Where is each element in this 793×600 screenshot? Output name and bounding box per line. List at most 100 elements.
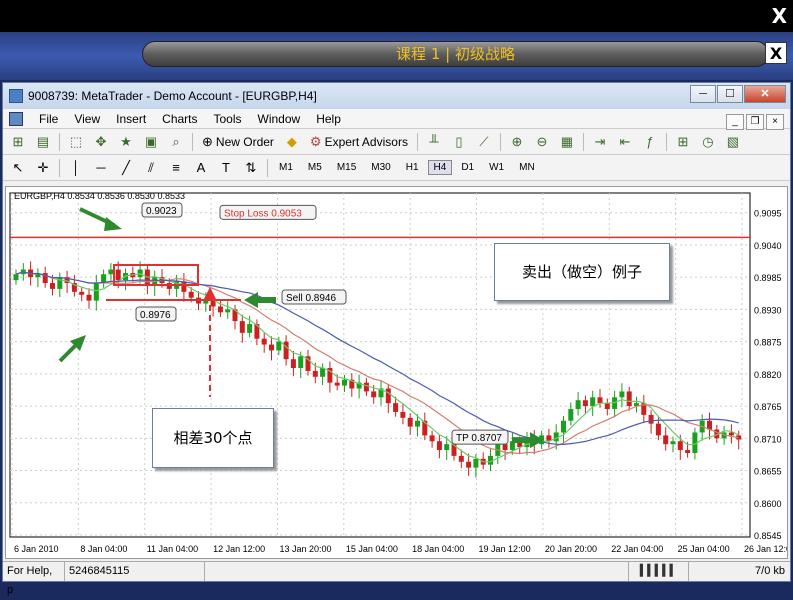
metatrader-window: 9008739: MetaTrader - Demo Account - [EU… (2, 82, 793, 596)
menu-tools[interactable]: Tools (206, 112, 250, 126)
tf-m30[interactable]: M30 (365, 160, 396, 175)
candle-body (79, 291, 85, 295)
tf-mn[interactable]: MN (513, 160, 541, 175)
top-close-button[interactable]: X (772, 4, 787, 28)
tf-h4[interactable]: H4 (427, 160, 453, 175)
candle-body (247, 324, 253, 333)
x-tick-label: 19 Jan 12:00 (479, 544, 531, 554)
candle-body (217, 306, 223, 313)
status-kb: 7/0 kb (755, 565, 785, 577)
x-tick-label: 18 Jan 04:00 (412, 544, 464, 554)
minimize-button[interactable]: ─ (690, 85, 716, 103)
connection-bars-icon: ▍▍▍▍▍ (629, 562, 689, 581)
navigator-icon[interactable]: ✥ (90, 132, 112, 152)
menu-help[interactable]: Help (308, 112, 349, 126)
y-tick-label: 0.9040 (754, 241, 782, 251)
candle-body (400, 411, 406, 418)
document-icon (9, 111, 23, 126)
candle-body (502, 444, 508, 451)
zoom-out-icon[interactable]: ⊖ (531, 132, 553, 152)
candle-body (728, 432, 734, 436)
tf-m5[interactable]: M5 (302, 160, 328, 175)
candle-body (626, 391, 632, 407)
alert-icon[interactable]: ◆ (281, 132, 303, 152)
x-tick-label: 13 Jan 20:00 (279, 544, 331, 554)
candle-body (225, 309, 231, 313)
mdi-minimize-button[interactable]: _ (726, 114, 744, 130)
menu-insert[interactable]: Insert (108, 112, 154, 126)
y-tick-label: 0.9095 (754, 209, 782, 219)
crosshair-icon[interactable]: ✛ (32, 158, 54, 178)
candle-body (385, 388, 391, 404)
x-tick-label: 26 Jan 12:00 (744, 544, 787, 554)
candle-body (261, 338, 267, 345)
candle-body (363, 382, 369, 392)
menu-file[interactable]: File (31, 112, 66, 126)
candle-body (269, 344, 274, 351)
mdi-close-button[interactable]: × (766, 114, 784, 130)
candle-body (393, 403, 399, 412)
symbol-header: EURGBP,H4 0.8534 0.8536 0.8530 0.8533 (14, 191, 185, 201)
sell-example-note: 卖出（做空）例子 (494, 243, 670, 301)
favorites-icon[interactable]: ★ (115, 132, 137, 152)
strategy-tester-icon[interactable]: ⌕ (165, 132, 187, 152)
expert-advisors-button[interactable]: ⚙ Expert Advisors (306, 134, 412, 150)
window-close-button[interactable]: ✕ (744, 85, 786, 103)
bar-chart-icon[interactable]: ╨ (423, 132, 445, 152)
indicators-icon[interactable]: ƒ (639, 132, 661, 152)
arrows-icon[interactable]: ⇅ (240, 158, 262, 178)
tf-h1[interactable]: H1 (400, 160, 425, 175)
lesson-title: 课程 1 | 初级战略 (142, 41, 769, 67)
line-chart-icon[interactable]: ⟋ (473, 132, 495, 152)
terminal-icon[interactable]: ▣ (140, 132, 162, 152)
candle-body (342, 379, 347, 386)
text-label-icon[interactable]: T (215, 158, 237, 178)
candle-body (108, 269, 114, 275)
candle-body (13, 274, 19, 281)
candle-body (436, 441, 442, 451)
candle-body (685, 450, 691, 453)
maximize-button[interactable]: ☐ (717, 85, 743, 103)
candle-body (597, 397, 603, 404)
menu-charts[interactable]: Charts (154, 112, 205, 126)
profiles-icon[interactable]: ▤ (32, 132, 54, 152)
trendline-icon[interactable]: ╱ (115, 158, 137, 178)
menu-view[interactable]: View (66, 112, 108, 126)
new-order-button[interactable]: ⊕ New Order (198, 134, 278, 150)
channel-icon[interactable]: ⫽ (140, 158, 162, 178)
vertical-line-icon[interactable]: │ (65, 158, 87, 178)
candle-body (655, 423, 661, 436)
x-tick-label: 20 Jan 20:00 (545, 544, 597, 554)
tf-d1[interactable]: D1 (455, 160, 480, 175)
menu-window[interactable]: Window (250, 112, 309, 126)
y-tick-label: 0.8765 (754, 402, 782, 412)
window-title: 9008739: MetaTrader - Demo Account - [EU… (28, 89, 317, 103)
x-tick-label: 8 Jan 04:00 (80, 544, 127, 554)
auto-scroll-icon[interactable]: ⇥ (589, 132, 611, 152)
periods-clock-icon[interactable]: ◷ (697, 132, 719, 152)
candle-body (276, 341, 282, 351)
candlestick-icon[interactable]: ▯ (448, 132, 470, 152)
add-indicator-icon[interactable]: ⊞ (672, 132, 694, 152)
candle-body (473, 458, 479, 468)
candle-body (298, 356, 304, 368)
tf-m1[interactable]: M1 (273, 160, 299, 175)
tf-w1[interactable]: W1 (483, 160, 510, 175)
templates-icon[interactable]: ▧ (722, 132, 744, 152)
market-watch-icon[interactable]: ⬚ (65, 132, 87, 152)
tile-windows-icon[interactable]: ▦ (556, 132, 578, 152)
chart-shift-icon[interactable]: ⇤ (614, 132, 636, 152)
new-chart-icon[interactable]: ⊞ (7, 132, 29, 152)
fibonacci-icon[interactable]: ≡ (165, 158, 187, 178)
price-chart[interactable]: 0.9095 0.9040 0.8985 0.8930 0.8875 0.8820 0.87… (5, 186, 793, 559)
text-icon[interactable]: A (190, 158, 212, 178)
zoom-in-icon[interactable]: ⊕ (506, 132, 528, 152)
candle-body (371, 391, 377, 398)
banner-close-button[interactable]: X (765, 42, 787, 64)
candle-body (188, 291, 194, 298)
tf-m15[interactable]: M15 (331, 160, 362, 175)
cursor-icon[interactable]: ↖ (7, 158, 29, 178)
horizontal-line-icon[interactable]: ─ (90, 158, 112, 178)
main-toolbar: ⊞ ▤ ⬚ ✥ ★ ▣ ⌕ ⊕ New Order ◆ ⚙ Expert Advis… (3, 129, 790, 155)
mdi-restore-button[interactable]: ❐ (746, 114, 764, 130)
